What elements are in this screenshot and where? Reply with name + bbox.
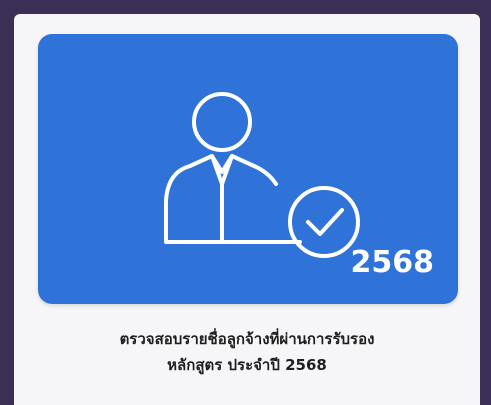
verify-employees-card[interactable]: 2568 [38,34,458,304]
caption-line-1: ตรวจสอบรายชื่อลูกจ้างที่ผ่านการรับรอง [119,330,375,348]
caption-line-2: หลักสูตร ประจำปี 2568 [167,356,327,374]
user-check-icon [164,92,360,258]
card-caption[interactable]: ตรวจสอบรายชื่อลูกจ้างที่ผ่านการรับรอง หล… [14,326,480,378]
year-label: 2568 [350,245,435,280]
